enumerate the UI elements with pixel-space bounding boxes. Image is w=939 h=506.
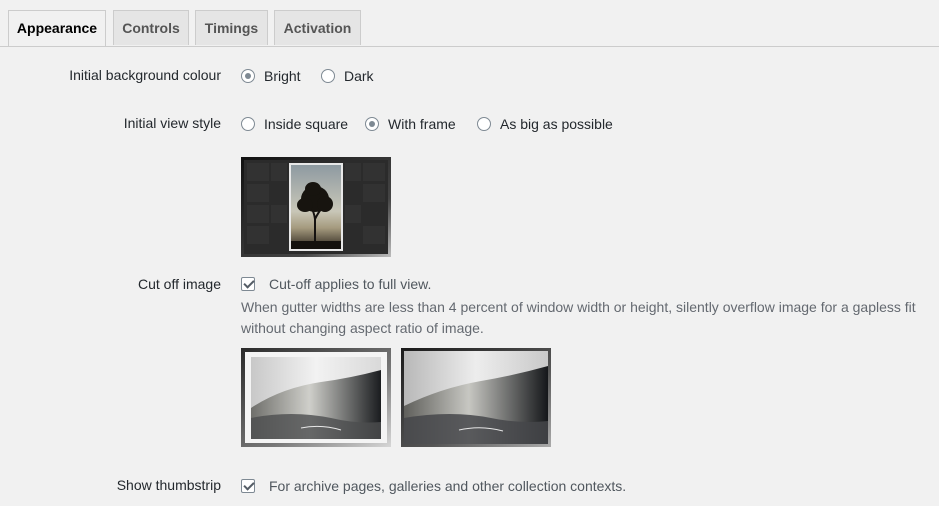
background-colour-label: Initial background colour — [69, 67, 221, 83]
tab-activation[interactable]: Activation — [274, 10, 361, 45]
view-style-preview-image — [241, 157, 391, 257]
radio-bright[interactable]: Bright — [241, 68, 301, 84]
thumbstrip-checkbox-control[interactable] — [241, 479, 255, 493]
radio-dark-label: Dark — [344, 68, 374, 84]
radio-inside-square-control[interactable] — [241, 117, 255, 131]
radio-as-big-as-possible-label: As big as possible — [500, 116, 613, 132]
cut-off-description: When gutter widths are less than 4 perce… — [241, 297, 916, 339]
cut-off-checkbox[interactable]: Cut-off applies to full view. — [241, 276, 431, 292]
cut-off-description-line1: When gutter widths are less than 4 perce… — [241, 299, 916, 315]
radio-as-big-as-possible-control[interactable] — [477, 117, 491, 131]
cut-off-description-line2: without changing aspect ratio of image. — [241, 320, 484, 336]
view-style-label: Initial view style — [123, 115, 221, 131]
radio-inside-square-label: Inside square — [264, 116, 349, 132]
cut-off-checkbox-label: Cut-off applies to full view. — [269, 276, 432, 292]
cut-off-checkbox-control[interactable] — [241, 277, 255, 291]
tab-timings[interactable]: Timings — [195, 10, 268, 45]
show-thumbstrip-label: Show thumbstrip — [116, 477, 221, 493]
radio-dark[interactable]: Dark — [321, 68, 374, 84]
thumbstrip-checkbox-label: For archive pages, galleries and other c… — [269, 478, 627, 494]
radio-dark-control[interactable] — [321, 69, 335, 83]
radio-bright-label: Bright — [264, 68, 301, 84]
cut-off-preview-bright-image — [241, 348, 391, 447]
radio-inside-square[interactable]: Inside square — [241, 116, 348, 132]
radio-with-frame-control[interactable] — [365, 117, 379, 131]
cut-off-image-label: Cut off image — [137, 276, 221, 292]
radio-as-big-as-possible[interactable]: As big as possible — [477, 116, 613, 132]
tab-bar: Appearance Controls Timings Activation — [0, 0, 939, 47]
cut-off-preview-dark-image — [401, 348, 551, 447]
tab-controls[interactable]: Controls — [113, 10, 189, 45]
radio-with-frame-label: With frame — [388, 116, 456, 132]
tab-appearance[interactable]: Appearance — [8, 10, 106, 46]
radio-bright-control[interactable] — [241, 69, 255, 83]
thumbstrip-checkbox[interactable]: For archive pages, galleries and other c… — [241, 478, 626, 494]
radio-with-frame[interactable]: With frame — [365, 116, 456, 132]
